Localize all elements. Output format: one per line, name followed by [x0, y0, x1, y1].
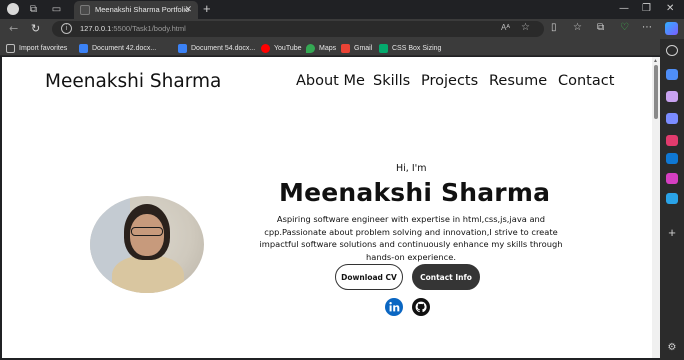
- navigation-bar: ← ↻ i 127.0.0.1:5500/Task1/body.html Aᴬ …: [0, 19, 684, 39]
- browser-window: ⧉ ▭ Meenakshi Sharma Portfolio ✕ + — ❐ ✕…: [0, 0, 684, 360]
- url-path: :5500/Task1/body.html: [111, 24, 186, 33]
- office-icon[interactable]: [666, 173, 678, 184]
- greeting-text: Hi, I'm: [396, 163, 427, 174]
- telegram-icon[interactable]: [666, 193, 678, 204]
- tab-strip: ⧉ ▭ Meenakshi Sharma Portfolio ✕ + — ❐ ✕: [0, 0, 684, 19]
- scrollbar-thumb[interactable]: [654, 65, 658, 119]
- word-doc-icon: [178, 43, 187, 53]
- copilot-designer-icon[interactable]: [666, 135, 678, 146]
- bookmark-css-box-sizing[interactable]: CSS Box Sizing: [379, 42, 441, 54]
- sidebar-settings-gear-icon[interactable]: ⚙: [666, 342, 678, 353]
- download-cv-button[interactable]: Download CV: [335, 264, 403, 290]
- edge-sidebar: + ⚙: [660, 39, 684, 360]
- more-menu-icon[interactable]: ⋯: [642, 22, 652, 33]
- new-tab-icon[interactable]: +: [203, 2, 211, 16]
- read-aloud-icon[interactable]: Aᴬ: [501, 23, 510, 32]
- workspaces-icon[interactable]: ⧉: [27, 3, 40, 16]
- page-scrollbar[interactable]: ▲: [652, 57, 660, 358]
- import-icon: [6, 43, 15, 53]
- nav-contact[interactable]: Contact: [558, 73, 614, 89]
- photo-shoulders: [112, 256, 184, 293]
- bookmark-maps[interactable]: Maps: [306, 42, 336, 54]
- w3schools-icon: [379, 43, 388, 53]
- favorite-star-icon[interactable]: ☆: [521, 22, 530, 33]
- scroll-up-icon[interactable]: ▲: [653, 58, 658, 64]
- bookmark-document-42[interactable]: Document 42.docx...: [79, 42, 156, 54]
- games-icon[interactable]: [666, 113, 678, 124]
- tab-title: Meenakshi Sharma Portfolio: [95, 5, 190, 14]
- bookmark-label: Import favorites: [19, 44, 68, 52]
- shopping-icon[interactable]: [666, 69, 678, 80]
- profile-photo: [90, 196, 204, 293]
- bookmark-label: Gmail: [354, 44, 373, 52]
- page-favicon-icon: [80, 5, 90, 15]
- youtube-icon: [261, 43, 270, 53]
- outlook-icon[interactable]: [666, 153, 678, 164]
- site-brand[interactable]: Meenakshi Sharma: [45, 71, 221, 92]
- bookmark-label: CSS Box Sizing: [392, 44, 442, 52]
- tab-actions-icon[interactable]: ▭: [50, 3, 63, 16]
- photo-glasses: [131, 227, 163, 236]
- word-doc-icon: [79, 43, 88, 53]
- url-host: 127.0.0.1: [80, 24, 112, 33]
- nav-skills[interactable]: Skills: [373, 73, 410, 89]
- bookmark-gmail[interactable]: Gmail: [341, 42, 372, 54]
- site-info-icon[interactable]: i: [61, 23, 72, 34]
- split-screen-icon[interactable]: ▯: [551, 22, 557, 33]
- tools-icon[interactable]: [666, 91, 678, 102]
- linkedin-icon[interactable]: [385, 298, 403, 316]
- profile-avatar-icon[interactable]: [7, 3, 19, 15]
- tab-portfolio[interactable]: Meenakshi Sharma Portfolio ✕: [74, 1, 198, 19]
- browser-essentials-icon[interactable]: ♡: [620, 22, 629, 33]
- refresh-icon[interactable]: ↻: [31, 22, 40, 35]
- bookmark-youtube[interactable]: YouTube: [261, 42, 302, 54]
- nav-resume[interactable]: Resume: [489, 73, 547, 89]
- address-bar[interactable]: i 127.0.0.1:5500/Task1/body.html Aᴬ ☆: [52, 21, 544, 37]
- bookmark-label: Document 54.docx...: [191, 44, 256, 52]
- contact-info-button[interactable]: Contact Info: [412, 264, 480, 290]
- bookmark-label: YouTube: [274, 44, 302, 52]
- hero-name: Meenakshi Sharma: [279, 178, 551, 207]
- address-url[interactable]: 127.0.0.1:5500/Task1/body.html: [80, 24, 186, 33]
- add-app-icon[interactable]: +: [666, 226, 678, 239]
- copilot-icon[interactable]: [665, 22, 678, 35]
- maps-icon: [306, 43, 315, 53]
- bookmark-document-54[interactable]: Document 54.docx...: [178, 42, 255, 54]
- close-window-icon[interactable]: ✕: [666, 3, 674, 14]
- bookmarks-bar: Import favorites Document 42.docx... Doc…: [0, 39, 684, 56]
- nav-about-me[interactable]: About Me: [296, 73, 365, 89]
- search-icon[interactable]: [666, 45, 678, 56]
- github-icon[interactable]: [412, 298, 430, 316]
- collections-icon[interactable]: ⧉: [597, 22, 604, 33]
- favorites-icon[interactable]: ☆: [573, 22, 582, 33]
- back-icon[interactable]: ←: [9, 22, 18, 35]
- bookmark-label: Maps: [319, 44, 337, 52]
- minimize-icon[interactable]: —: [619, 3, 629, 14]
- bookmark-import-favorites[interactable]: Import favorites: [6, 42, 67, 54]
- bookmark-label: Document 42.docx...: [92, 44, 157, 52]
- hero-bio: Aspiring software engineer with expertis…: [259, 214, 563, 262]
- restore-icon[interactable]: ❐: [642, 3, 651, 14]
- close-tab-icon[interactable]: ✕: [184, 4, 192, 15]
- page-viewport: Meenakshi Sharma About Me Skills Project…: [2, 57, 652, 358]
- nav-projects[interactable]: Projects: [421, 73, 478, 89]
- gmail-icon: [341, 43, 350, 53]
